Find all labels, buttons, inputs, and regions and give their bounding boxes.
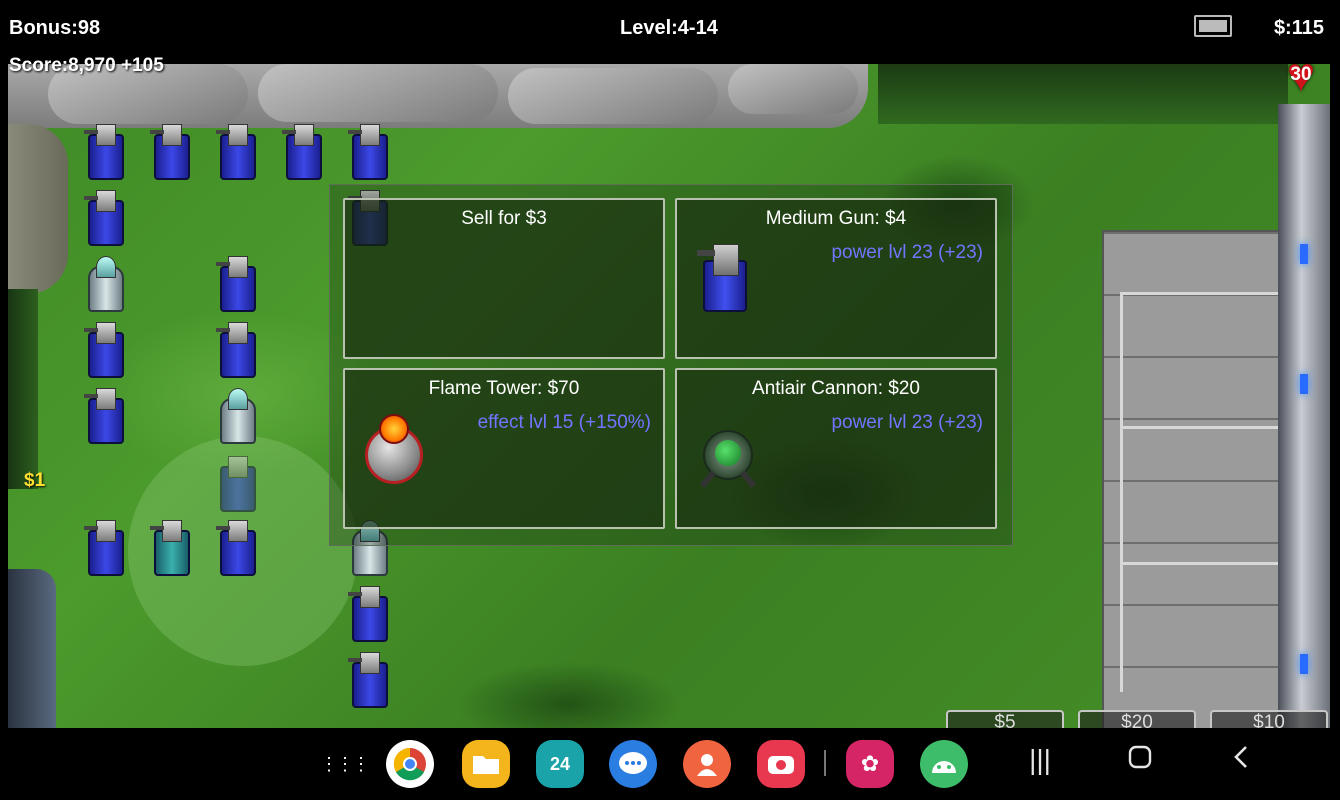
- medium-gun-option[interactable]: Medium Gun: $4 power lvl 23 (+23): [675, 198, 997, 359]
- flame-tower-effect: effect lvl 15 (+150%): [477, 412, 651, 433]
- bonus-counter: Bonus:98: [9, 17, 101, 39]
- crystal-tower[interactable]: [82, 252, 130, 314]
- floating-reward: $1: [24, 470, 46, 491]
- status-bar: Bonus:98 Level:4-14 $:115: [0, 0, 1340, 58]
- antiair-cannon-label: Antiair Cannon: $20: [752, 378, 920, 399]
- level-indicator: Level:4-14: [620, 17, 718, 39]
- upgrade-panel: Sell for $3 Medium Gun: $4 power lvl 23 …: [329, 184, 1013, 546]
- gun-tower[interactable]: [346, 648, 394, 710]
- lives-indicator: ♥ 30: [1279, 52, 1323, 100]
- back-icon[interactable]: [1222, 744, 1262, 777]
- gun-tower[interactable]: [214, 120, 262, 182]
- battery-icon: [1194, 15, 1232, 37]
- price-button-1[interactable]: $5: [946, 710, 1064, 730]
- left-rock: [8, 124, 68, 294]
- dock-divider: [824, 750, 826, 776]
- gun-tower[interactable]: [82, 186, 130, 248]
- home-icon[interactable]: [1120, 744, 1160, 777]
- sell-label: Sell for $3: [461, 208, 547, 229]
- gun-tower[interactable]: [82, 516, 130, 578]
- contacts-icon[interactable]: [683, 740, 731, 788]
- lives-count: 30: [1290, 64, 1312, 85]
- selected-tower-slot[interactable]: [214, 452, 262, 514]
- gun-tower[interactable]: [82, 318, 130, 380]
- files-icon[interactable]: [462, 740, 510, 788]
- calendar-icon[interactable]: 24: [536, 740, 584, 788]
- gun-tower[interactable]: [346, 582, 394, 644]
- medium-gun-label: Medium Gun: $4: [765, 208, 907, 229]
- base-wall: [1278, 104, 1330, 728]
- crystal-tower[interactable]: [214, 384, 262, 446]
- gun-tower[interactable]: [148, 516, 196, 578]
- antiair-cannon-power: power lvl 23 (+23): [831, 412, 983, 433]
- score-counter: Score:8,970 +105: [9, 55, 164, 76]
- price-button-2[interactable]: $20: [1078, 710, 1196, 730]
- left-trees: [8, 289, 38, 489]
- gun-tower[interactable]: [346, 120, 394, 182]
- medium-gun-power: power lvl 23 (+23): [831, 242, 983, 263]
- gun-tower[interactable]: [82, 384, 130, 446]
- chrome-icon[interactable]: [386, 740, 434, 788]
- price-button-3[interactable]: $10: [1210, 710, 1328, 730]
- gun-tower[interactable]: [280, 120, 328, 182]
- enemy-base: [1102, 230, 1288, 728]
- gun-tower[interactable]: [214, 516, 262, 578]
- recent-apps-icon[interactable]: |||: [1020, 744, 1060, 776]
- crystal-rocks: [8, 569, 56, 728]
- gallery-icon[interactable]: ✿: [846, 740, 894, 788]
- flame-tower-label: Flame Tower: $70: [428, 378, 580, 399]
- flame-tower-icon: [360, 412, 426, 492]
- tree-line: [878, 64, 1288, 124]
- antiair-cannon-icon: [697, 410, 757, 490]
- medium-gun-icon: [697, 240, 757, 320]
- gun-tower[interactable]: [214, 318, 262, 380]
- antiair-cannon-option[interactable]: Antiair Cannon: $20 power lvl 23 (+23): [675, 368, 997, 529]
- android-icon[interactable]: [920, 740, 968, 788]
- gun-tower[interactable]: [214, 252, 262, 314]
- apps-grid-icon[interactable]: ⋮⋮⋮: [320, 740, 370, 788]
- messages-icon[interactable]: [609, 740, 657, 788]
- gun-tower[interactable]: [82, 120, 130, 182]
- camera-icon[interactable]: [757, 740, 805, 788]
- money-counter: $:115: [1273, 17, 1324, 39]
- gun-tower[interactable]: [148, 120, 196, 182]
- sell-option[interactable]: Sell for $3: [343, 198, 665, 359]
